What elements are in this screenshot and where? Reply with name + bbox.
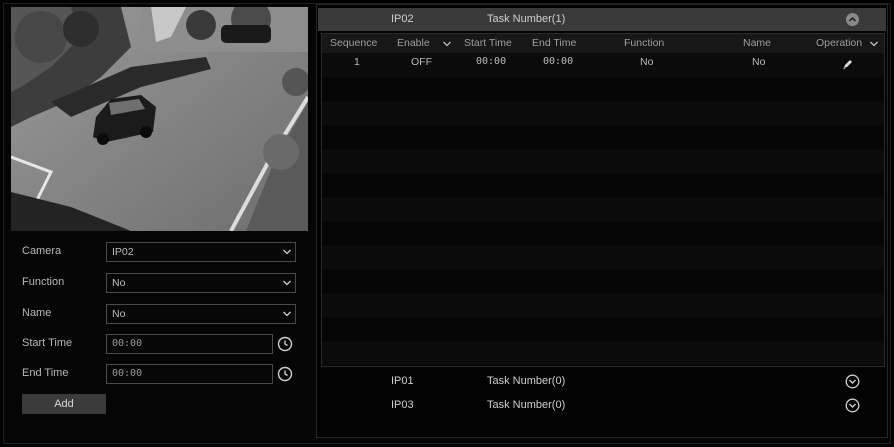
end-time-label: End Time <box>22 367 69 379</box>
start-time-row: Start Time 00:00 <box>22 334 298 354</box>
chevron-down-icon[interactable] <box>443 40 451 48</box>
table-row-stripe <box>322 197 884 221</box>
col-operation: Operation <box>816 37 863 49</box>
clock-icon[interactable] <box>277 366 293 382</box>
cell-end-time: 00:00 <box>543 56 574 67</box>
table-row-stripe <box>322 101 884 125</box>
table-row-stripe <box>322 149 884 173</box>
table-row-stripe <box>322 293 884 317</box>
start-time-label: Start Time <box>22 337 73 349</box>
group-header-ip01[interactable]: IP01 Task Number(0) <box>318 370 886 393</box>
chevron-circle-up-icon[interactable] <box>845 12 860 27</box>
camera-select-value: IP02 <box>112 246 134 258</box>
pencil-icon[interactable] <box>842 58 854 70</box>
task-table: Sequence Enable Start Time End Time Func… <box>321 33 885 367</box>
camera-preview <box>11 7 308 231</box>
group-task-count: Task Number(1) <box>487 13 566 25</box>
group-camera-name: IP02 <box>391 13 414 25</box>
group-task-count: Task Number(0) <box>487 375 566 387</box>
function-row: Function No <box>22 273 298 293</box>
cell-enable[interactable]: OFF <box>411 56 432 68</box>
name-select[interactable]: No <box>106 304 296 324</box>
table-row[interactable]: 1 OFF 00:00 00:00 No No <box>322 53 884 77</box>
table-row-stripe <box>322 125 884 149</box>
name-select-value: No <box>112 308 126 320</box>
col-function: Function <box>624 37 665 49</box>
camera-row: Camera IP02 <box>22 242 298 262</box>
function-label: Function <box>22 276 65 288</box>
col-sequence: Sequence <box>330 37 378 49</box>
chevron-circle-down-icon[interactable] <box>845 398 860 413</box>
chevron-down-icon[interactable] <box>870 40 878 48</box>
group-header-ip03[interactable]: IP03 Task Number(0) <box>318 394 886 417</box>
group-header-ip02[interactable]: IP02 Task Number(1) <box>318 8 886 31</box>
table-row-stripe <box>322 173 884 197</box>
table-header: Sequence Enable Start Time End Time Func… <box>322 34 884 53</box>
cell-name: No <box>752 56 766 68</box>
group-task-count: Task Number(0) <box>487 399 566 411</box>
col-name: Name <box>743 37 772 49</box>
name-label: Name <box>22 307 52 319</box>
camera-select[interactable]: IP02 <box>106 242 296 262</box>
function-select[interactable]: No <box>106 273 296 293</box>
chevron-down-icon <box>283 311 291 317</box>
function-select-value: No <box>112 277 126 289</box>
group-camera-name: IP03 <box>391 399 414 411</box>
chevron-circle-down-icon[interactable] <box>845 374 860 389</box>
chevron-down-icon <box>283 249 291 255</box>
table-row-stripe <box>322 77 884 101</box>
cell-start-time: 00:00 <box>476 56 507 67</box>
cell-sequence: 1 <box>354 56 360 68</box>
col-end-time: End Time <box>532 37 577 49</box>
table-row-stripe <box>322 245 884 269</box>
col-start-time: Start Time <box>464 37 512 49</box>
chevron-down-icon <box>283 280 291 286</box>
clock-icon[interactable] <box>277 336 293 352</box>
cell-function: No <box>640 56 654 68</box>
add-button[interactable]: Add <box>22 394 106 414</box>
table-row-stripe <box>322 341 884 365</box>
group-camera-name: IP01 <box>391 375 414 387</box>
table-row-stripe <box>322 269 884 293</box>
start-time-input[interactable]: 00:00 <box>106 334 273 354</box>
camera-label: Camera <box>22 245 62 257</box>
table-row-stripe <box>322 221 884 245</box>
name-row: Name No <box>22 304 298 324</box>
col-enable: Enable <box>397 37 430 49</box>
end-time-input[interactable]: 00:00 <box>106 364 273 384</box>
table-row-stripe <box>322 317 884 341</box>
end-time-row: End Time 00:00 <box>22 364 298 384</box>
